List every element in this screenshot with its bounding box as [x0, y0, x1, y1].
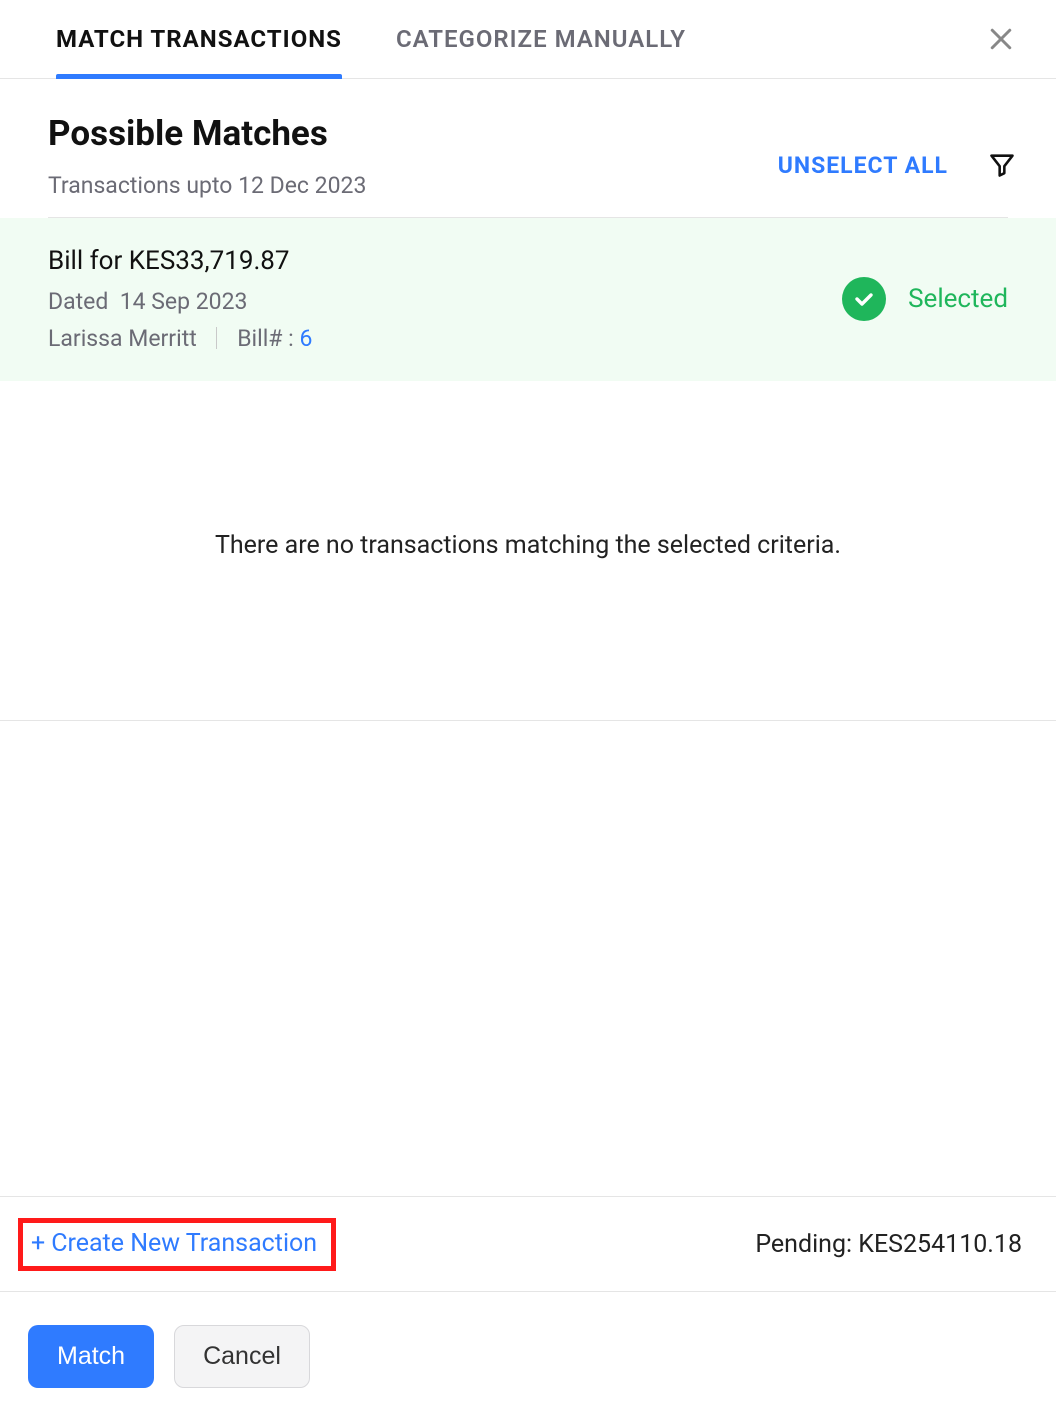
bill-number-link[interactable]: 6 [299, 325, 312, 352]
match-card[interactable]: Bill for KES33,719.87 Dated 14 Sep 2023 … [0, 218, 1056, 381]
section-subtitle: Transactions upto 12 Dec 2023 [48, 172, 778, 199]
cancel-button[interactable]: Cancel [174, 1325, 310, 1388]
dated-value: 14 Sep 2023 [120, 288, 248, 315]
dated-label: Dated [48, 288, 108, 315]
close-button[interactable] [986, 24, 1016, 54]
check-circle-icon [842, 277, 886, 321]
create-transaction-highlight: +Create New Transaction [18, 1218, 336, 1271]
create-transaction-label: Create New Transaction [51, 1229, 317, 1258]
create-transaction-link[interactable]: +Create New Transaction [31, 1229, 317, 1258]
unselect-all-button[interactable]: UNSELECT ALL [778, 152, 948, 179]
section-title: Possible Matches [48, 113, 778, 154]
match-button-label: Match [57, 1342, 125, 1370]
tab-match-label: MATCH TRANSACTIONS [56, 25, 342, 53]
match-button[interactable]: Match [28, 1325, 154, 1388]
match-dated: Dated 14 Sep 2023 [48, 288, 842, 315]
tab-bar: MATCH TRANSACTIONS CATEGORIZE MANUALLY [0, 0, 1056, 79]
tab-categorize-manually[interactable]: CATEGORIZE MANUALLY [396, 0, 686, 79]
match-title: Bill for KES33,719.87 [48, 246, 842, 276]
cancel-button-label: Cancel [203, 1342, 281, 1370]
match-customer: Larissa Merritt [48, 325, 197, 352]
meta-separator [216, 327, 217, 349]
empty-message: There are no transactions matching the s… [0, 381, 1056, 721]
pending-amount: Pending: KES254110.18 [755, 1230, 1022, 1259]
match-meta: Larissa Merritt Bill# : 6 [48, 325, 842, 352]
action-bar: Match Cancel [0, 1289, 1056, 1424]
bill-label: Bill# : [237, 325, 294, 352]
selected-label: Selected [908, 284, 1008, 314]
filter-icon [988, 151, 1016, 179]
plus-icon: + [31, 1229, 45, 1258]
filter-button[interactable] [988, 151, 1016, 179]
section-header: Possible Matches Transactions upto 12 De… [0, 79, 1056, 217]
tab-match-transactions[interactable]: MATCH TRANSACTIONS [56, 0, 342, 79]
selected-indicator: Selected [842, 277, 1008, 321]
close-icon [986, 24, 1016, 54]
unselect-all-label: UNSELECT ALL [778, 152, 948, 179]
footer-row: +Create New Transaction Pending: KES2541… [0, 1196, 1056, 1292]
tab-categorize-label: CATEGORIZE MANUALLY [396, 25, 686, 53]
